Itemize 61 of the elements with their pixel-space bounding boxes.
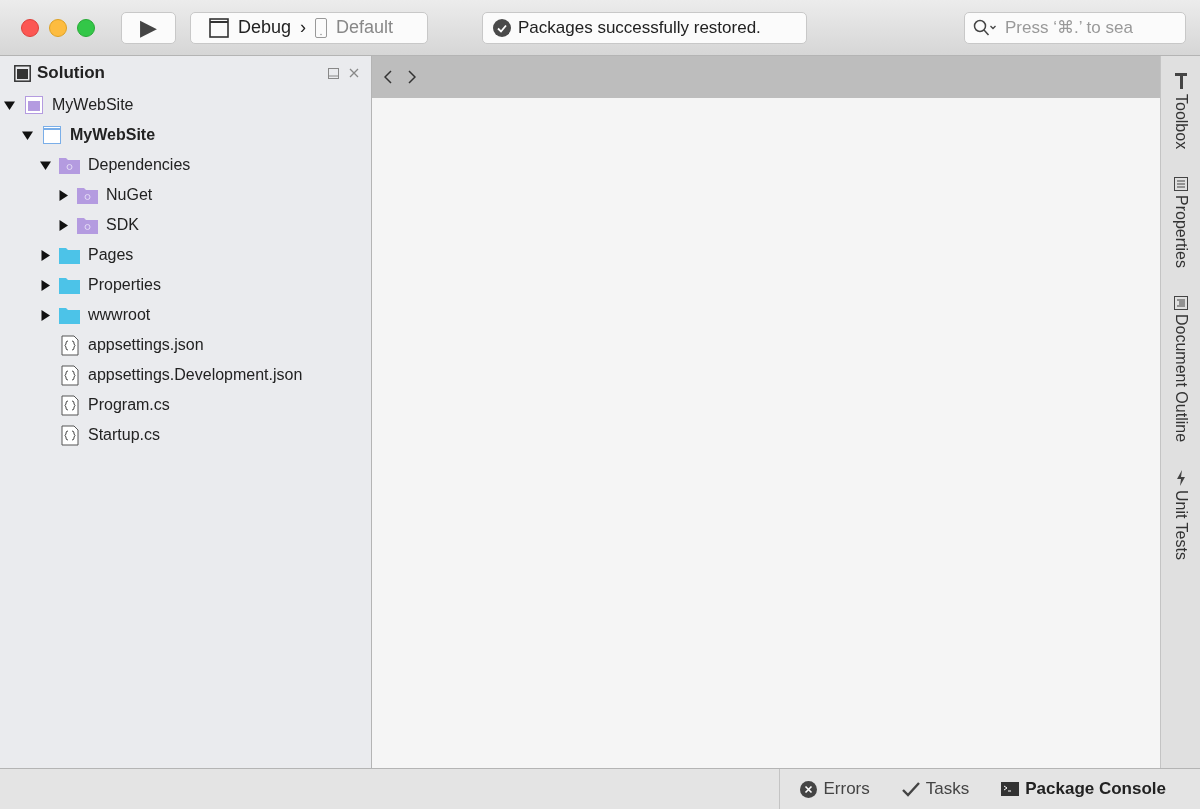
lightning-icon: [1175, 470, 1186, 487]
configuration-selector[interactable]: Debug › Default: [190, 11, 428, 44]
phone-icon: [315, 17, 328, 38]
file-icon: [60, 424, 79, 446]
target-label: Default: [336, 17, 394, 38]
folder-icon: [59, 246, 80, 264]
tree-item-label[interactable]: Pages: [88, 246, 134, 264]
side-tab[interactable]: Toolbox: [1171, 94, 1190, 150]
tree-item-label[interactable]: appsettings.Development.json: [88, 366, 303, 384]
status-message: Packages successfully restored.: [518, 17, 761, 38]
tree-item-label[interactable]: Startup.cs: [88, 426, 161, 444]
checkmark-icon: [901, 781, 920, 797]
expanded-arrow-icon[interactable]: [4, 99, 15, 111]
chevron-separator: ›: [300, 17, 307, 38]
folder-icon: [59, 306, 80, 324]
pad-tab[interactable]: Errors: [823, 779, 870, 799]
collapsed-arrow-icon[interactable]: [58, 219, 69, 231]
error-icon: [800, 780, 818, 798]
tree-item-label[interactable]: MyWebSite: [70, 126, 156, 144]
project-icon: [41, 125, 62, 145]
close-button[interactable]: [21, 18, 39, 37]
tree-item-label[interactable]: appsettings.json: [88, 336, 204, 354]
tree-item-label[interactable]: wwwroot: [88, 306, 151, 324]
checkmark-icon: [493, 18, 511, 37]
pad-title: Solution: [37, 63, 105, 83]
solution-icon: [23, 95, 44, 115]
collapsed-arrow-icon[interactable]: [40, 279, 51, 291]
expanded-arrow-icon[interactable]: [40, 159, 51, 171]
hammer-icon: [1173, 72, 1188, 90]
file-icon: [60, 364, 79, 386]
tree-item-label[interactable]: NuGet: [106, 186, 153, 204]
side-tab[interactable]: Document Outline: [1171, 314, 1190, 443]
tree-item-label[interactable]: Properties: [88, 276, 161, 294]
close-icon[interactable]: [349, 68, 359, 78]
pad-icon: [14, 64, 31, 82]
folder-icon: [59, 156, 80, 174]
collapsed-arrow-icon[interactable]: [58, 189, 69, 201]
search-field[interactable]: Press ‘⌘.’ to sea: [964, 11, 1186, 44]
configuration-label: Debug: [238, 17, 292, 38]
list-icon: [1173, 177, 1188, 192]
folder-icon: [77, 186, 98, 204]
collapsed-arrow-icon[interactable]: [40, 249, 51, 261]
document-icon: [1173, 296, 1188, 311]
terminal-icon: [1001, 782, 1020, 796]
folder-icon: [77, 216, 98, 234]
pad-tab[interactable]: Tasks: [925, 779, 970, 799]
tree-item-label[interactable]: Dependencies: [88, 156, 191, 174]
pad-tab[interactable]: Package Console: [1025, 779, 1166, 799]
maximize-icon[interactable]: [328, 67, 339, 79]
side-tab[interactable]: Properties: [1171, 195, 1190, 269]
folder-icon: [59, 276, 80, 294]
run-button[interactable]: ▶: [121, 11, 176, 44]
window-icon: [209, 17, 229, 38]
tree-item-label[interactable]: Program.cs: [88, 396, 170, 414]
side-tab[interactable]: Unit Tests: [1171, 490, 1190, 561]
expanded-arrow-icon[interactable]: [22, 129, 33, 141]
file-icon: [60, 394, 79, 416]
tree-item-label[interactable]: SDK: [106, 216, 139, 234]
tree-item-label[interactable]: MyWebSite: [52, 96, 134, 114]
collapsed-arrow-icon[interactable]: [40, 309, 51, 321]
file-icon: [60, 334, 79, 356]
